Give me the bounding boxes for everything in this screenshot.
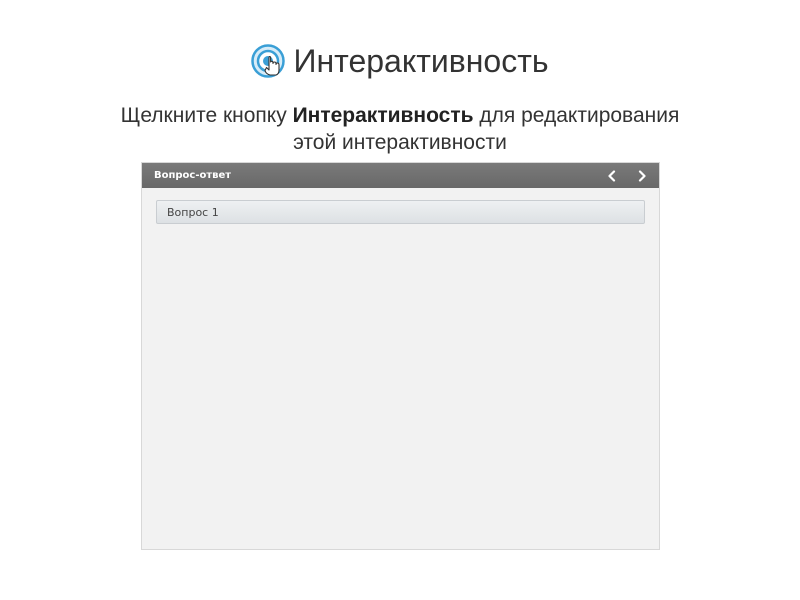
panel-title: Вопрос-ответ	[154, 170, 232, 181]
panel-header: Вопрос-ответ	[142, 163, 659, 188]
prev-button[interactable]	[599, 163, 625, 188]
instruction-bold: Интерактивность	[292, 104, 474, 127]
question-item[interactable]: Вопрос 1	[156, 200, 645, 224]
instruction-prefix: Щелкните кнопку	[120, 104, 293, 127]
instruction-suffix: для редактирования	[473, 104, 680, 127]
instruction-line-1: Щелкните кнопку Интерактивность для реда…	[0, 102, 800, 129]
chevron-right-icon	[638, 169, 646, 182]
page-title: Интерактивность	[293, 42, 549, 79]
touch-target-icon	[251, 44, 286, 78]
chevron-left-icon	[608, 169, 616, 182]
next-button[interactable]	[629, 163, 655, 188]
instruction-line-2: этой интерактивности	[293, 131, 507, 154]
qa-panel: Вопрос-ответ Вопрос 1	[141, 162, 660, 550]
page-header: Интерактивность	[0, 40, 800, 82]
instruction-text: Щелкните кнопку Интерактивность для реда…	[0, 102, 800, 156]
question-label: Вопрос 1	[167, 205, 219, 219]
